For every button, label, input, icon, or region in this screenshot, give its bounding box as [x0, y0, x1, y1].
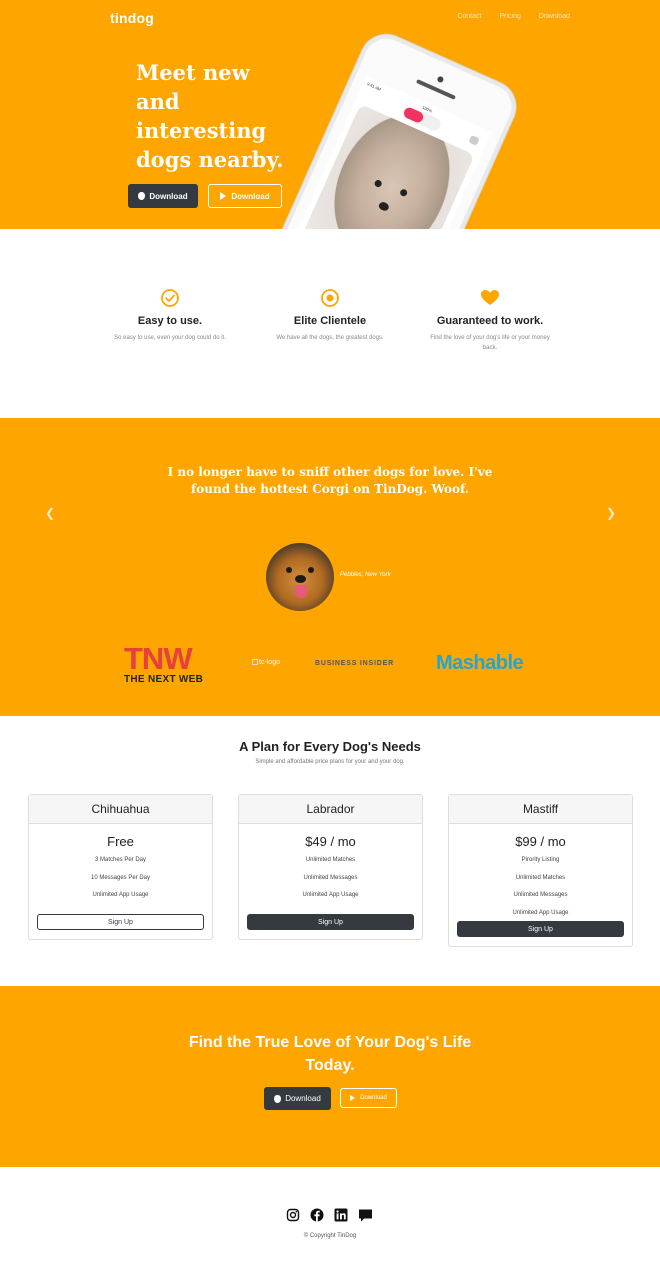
- dog-eye: [373, 178, 383, 189]
- brand-logo[interactable]: tindog: [110, 10, 154, 26]
- top-nav: Contact Pricing Download: [457, 13, 570, 20]
- plan-name: Labrador: [239, 795, 422, 824]
- plan-name: Mastiff: [449, 795, 632, 824]
- cta-section: Find the True Love of Your Dog's Life To…: [0, 986, 660, 1167]
- plan-price: $49 / mo: [305, 834, 356, 849]
- testimonial-author: Pebbles, New York: [340, 572, 391, 578]
- avatar-nose: [295, 575, 306, 583]
- nav-download[interactable]: Download: [539, 13, 570, 20]
- feature-title: Elite Clientele: [293, 315, 367, 327]
- plan-feature: Unlimited Messages: [303, 874, 358, 881]
- avatar-eye: [286, 567, 292, 573]
- chat-icon[interactable]: [358, 1208, 373, 1228]
- download-play-button[interactable]: Download: [208, 184, 282, 208]
- apple-icon: [274, 1094, 282, 1103]
- pricing-subtitle: Simple and affordable price plans for yo…: [255, 759, 405, 765]
- download-apple-button[interactable]: Download: [128, 184, 198, 208]
- copyright-text: © Copyright TinDog: [303, 1233, 357, 1239]
- sign-up-button[interactable]: Sign Up: [457, 921, 624, 937]
- dog-nose: [377, 200, 391, 213]
- plan-feature: Unlimited App Usage: [92, 892, 149, 898]
- press-logos: TNW THE NEXT WEB tc-logo BUSINESS INSIDE…: [0, 643, 660, 693]
- cta-download-apple-button[interactable]: Download: [264, 1087, 331, 1110]
- plan-feature: Pirority Listing: [521, 857, 560, 863]
- plan-feature: Unlimited Messages: [513, 892, 568, 898]
- plan-feature: Unlimited Matches: [305, 857, 356, 863]
- bullseye-icon: [255, 288, 405, 308]
- plan-price: Free: [107, 834, 134, 849]
- dog-photo: [299, 104, 475, 229]
- pricing-card-chihuahua: Chihuahua Free 3 Matches Per Day 10 Mess…: [28, 794, 213, 940]
- feature-easy: Easy to use. So easy to use, even your d…: [95, 288, 245, 343]
- cta-download-play-label: Download: [360, 1095, 387, 1101]
- footer: © Copyright TinDog: [0, 1167, 660, 1280]
- social-links: [286, 1208, 373, 1228]
- sign-up-button[interactable]: Sign Up: [37, 914, 204, 930]
- instagram-icon[interactable]: [286, 1208, 300, 1228]
- plan-feature: Unlimited Matches: [515, 874, 566, 881]
- tnw-logo: TNW THE NEXT WEB: [124, 643, 224, 685]
- pricing-card-mastiff: Mastiff $99 / mo Pirority Listing Unlimi…: [448, 794, 633, 947]
- apple-icon: [138, 192, 146, 200]
- facebook-icon[interactable]: [310, 1208, 324, 1228]
- hero-title: Meet new and interesting dogs nearby.: [136, 58, 306, 174]
- pricing-card-labrador: Labrador $49 / mo Unlimited Matches Unli…: [238, 794, 423, 940]
- hero-title-line: and: [136, 89, 180, 114]
- carousel-prev-icon[interactable]: ❮: [45, 506, 55, 520]
- plan-feature: 3 Matches Per Day: [94, 857, 147, 863]
- mashable-logo: Mashable: [436, 652, 524, 674]
- phone-camera: [436, 75, 445, 84]
- download-play-label: Download: [231, 191, 270, 201]
- nav-contact[interactable]: Contact: [457, 13, 481, 20]
- dog-eye: [399, 188, 409, 198]
- hero-section: tindog Contact Pricing Download Meet new…: [0, 0, 660, 229]
- feature-text: Find the love of your dog's life or your…: [430, 335, 550, 351]
- linkedin-icon[interactable]: [334, 1208, 348, 1228]
- feature-text: So easy to use, even your dog could do i…: [114, 335, 226, 341]
- hero-title-line: dogs nearby.: [136, 147, 284, 172]
- plan-name: Chihuahua: [29, 795, 212, 824]
- plan-price: $99 / mo: [515, 834, 566, 849]
- tc-logo-alt: tc-logo: [259, 659, 281, 666]
- cta-title: Find the True Love of Your Dog's Life To…: [188, 1034, 472, 1074]
- plan-feature: 10 Messages Per Day: [90, 874, 151, 881]
- feature-title: Easy to use.: [137, 315, 203, 327]
- cta-download-play-button[interactable]: Download: [340, 1088, 397, 1108]
- pricing-section: A Plan for Every Dog's Needs Simple and …: [0, 716, 660, 986]
- phone-speaker: [415, 79, 456, 100]
- testimonial-quote: I no longer have to sniff other dogs for…: [167, 465, 493, 496]
- testimonial-section: I no longer have to sniff other dogs for…: [0, 418, 660, 716]
- tnw-logo-text: THE NEXT WEB: [124, 674, 204, 685]
- plan-feature: Unlimited App Usage: [302, 892, 359, 898]
- play-icon: [350, 1095, 356, 1101]
- carousel-next-icon[interactable]: ❯: [606, 506, 616, 520]
- phone-status-time: 9:41 AM: [366, 81, 382, 92]
- nav-pricing[interactable]: Pricing: [499, 13, 520, 20]
- heart-icon: [415, 288, 565, 308]
- tnw-logo-mark: TNW: [124, 641, 193, 676]
- plan-feature: Unlimited App Usage: [512, 909, 569, 916]
- cta-download-apple-label: Download: [285, 1094, 321, 1103]
- play-icon: [220, 192, 227, 200]
- sign-up-button[interactable]: Sign Up: [247, 914, 414, 930]
- testimonial-avatar: [266, 543, 334, 611]
- feature-title: Guaranteed to work.: [436, 315, 544, 327]
- avatar-eye: [308, 567, 314, 573]
- broken-image-icon: [252, 659, 258, 665]
- hero-title-line: interesting: [136, 118, 267, 143]
- hero-title-line: Meet new: [136, 60, 250, 85]
- feature-elite: Elite Clientele We have all the dogs, th…: [255, 288, 405, 343]
- feature-text: We have all the dogs, the greatest dogs.: [276, 335, 384, 341]
- chat-bubble-icon: [468, 134, 480, 146]
- features-section: Easy to use. So easy to use, even your d…: [0, 229, 660, 418]
- check-circle-icon: [95, 288, 245, 308]
- business-insider-logo: BUSINESS INSIDER: [315, 660, 394, 667]
- feature-guaranteed: Guaranteed to work. Find the love of you…: [415, 288, 565, 353]
- tc-logo-broken-image: tc-logo: [252, 659, 280, 666]
- avatar-tongue: [295, 585, 307, 598]
- pricing-title: A Plan for Every Dog's Needs: [239, 739, 421, 754]
- download-apple-label: Download: [149, 191, 188, 201]
